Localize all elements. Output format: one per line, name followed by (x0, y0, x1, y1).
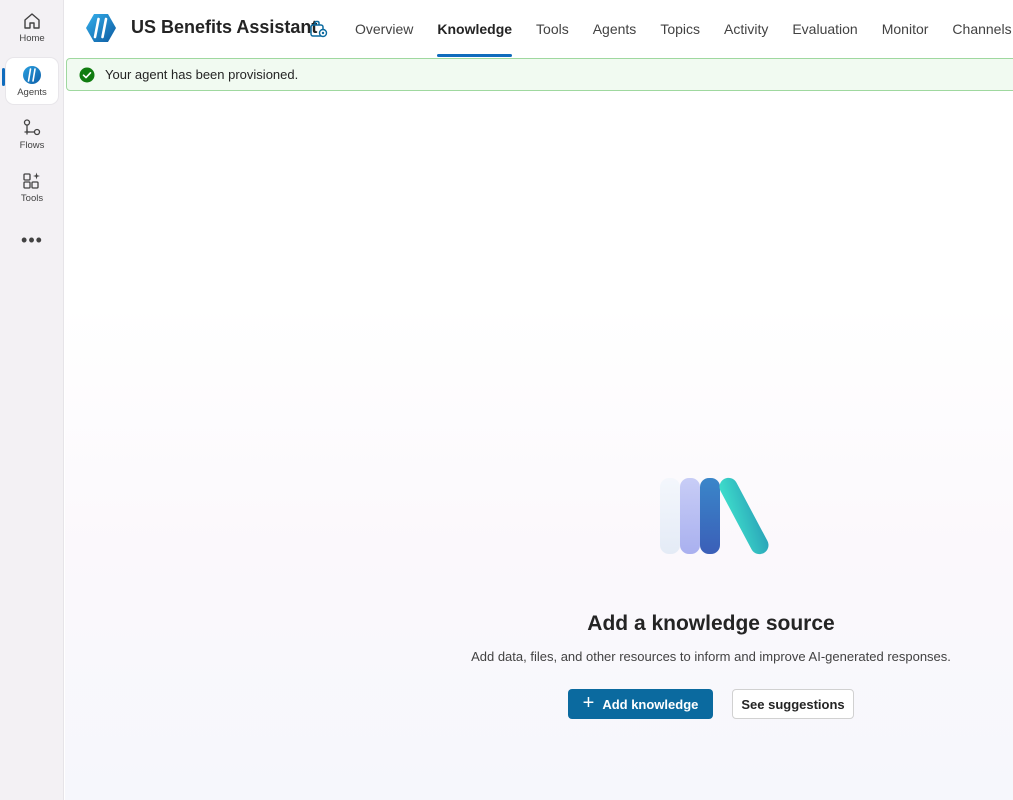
rail-item-label: Tools (20, 193, 44, 204)
tab-evaluation[interactable]: Evaluation (780, 0, 869, 57)
agents-icon (23, 66, 41, 84)
tab-topics[interactable]: Topics (648, 0, 712, 57)
add-knowledge-button[interactable]: + Add knowledge (568, 689, 713, 719)
home-icon (24, 13, 40, 29)
tab-knowledge[interactable]: Knowledge (425, 0, 524, 57)
tab-overview[interactable]: Overview (343, 0, 425, 57)
agent-settings-icon[interactable] (308, 19, 328, 39)
plus-icon: + (582, 692, 595, 714)
books-illustration (660, 477, 769, 555)
app-window: Home Agents Flows Tools ••• US Benefits … (0, 0, 1013, 800)
flows-icon (23, 119, 41, 136)
success-banner: Your agent has been provisioned. (66, 58, 1013, 91)
tools-icon (23, 172, 40, 189)
rail-active-indicator (2, 68, 5, 86)
rail-item-label: Flows (19, 140, 45, 151)
agent-header: US Benefits Assistant Overview Knowledge… (65, 0, 1013, 57)
empty-state-title: Add a knowledge source (587, 612, 835, 635)
rail-item-flows[interactable]: Flows (6, 111, 58, 157)
rail-item-agents[interactable]: Agents (6, 58, 58, 104)
see-suggestions-button[interactable]: See suggestions (732, 689, 854, 719)
agent-name: US Benefits Assistant (131, 17, 318, 37)
rail-item-label: Agents (17, 87, 47, 98)
agent-logo-icon (86, 14, 116, 42)
checkmark-circle-icon (79, 67, 95, 82)
more-icon[interactable]: ••• (16, 230, 48, 250)
tab-monitor[interactable]: Monitor (870, 0, 941, 57)
tab-activity[interactable]: Activity (712, 0, 780, 57)
agent-tabs: Overview Knowledge Tools Agents Topics A… (343, 0, 1013, 57)
rail-item-tools[interactable]: Tools (6, 164, 58, 210)
left-rail: Home Agents Flows Tools ••• (0, 0, 64, 800)
add-knowledge-label: Add knowledge (602, 696, 699, 712)
tab-agents[interactable]: Agents (581, 0, 649, 57)
rail-item-label: Home (19, 33, 45, 44)
empty-state-description: Add data, files, and other resources to … (471, 649, 951, 664)
banner-message: Your agent has been provisioned. (105, 67, 299, 82)
knowledge-page: Add a knowledge source Add data, files, … (65, 92, 1013, 800)
tab-tools[interactable]: Tools (524, 0, 581, 57)
rail-item-home[interactable]: Home (6, 4, 58, 50)
tab-channels[interactable]: Channels (940, 0, 1013, 57)
